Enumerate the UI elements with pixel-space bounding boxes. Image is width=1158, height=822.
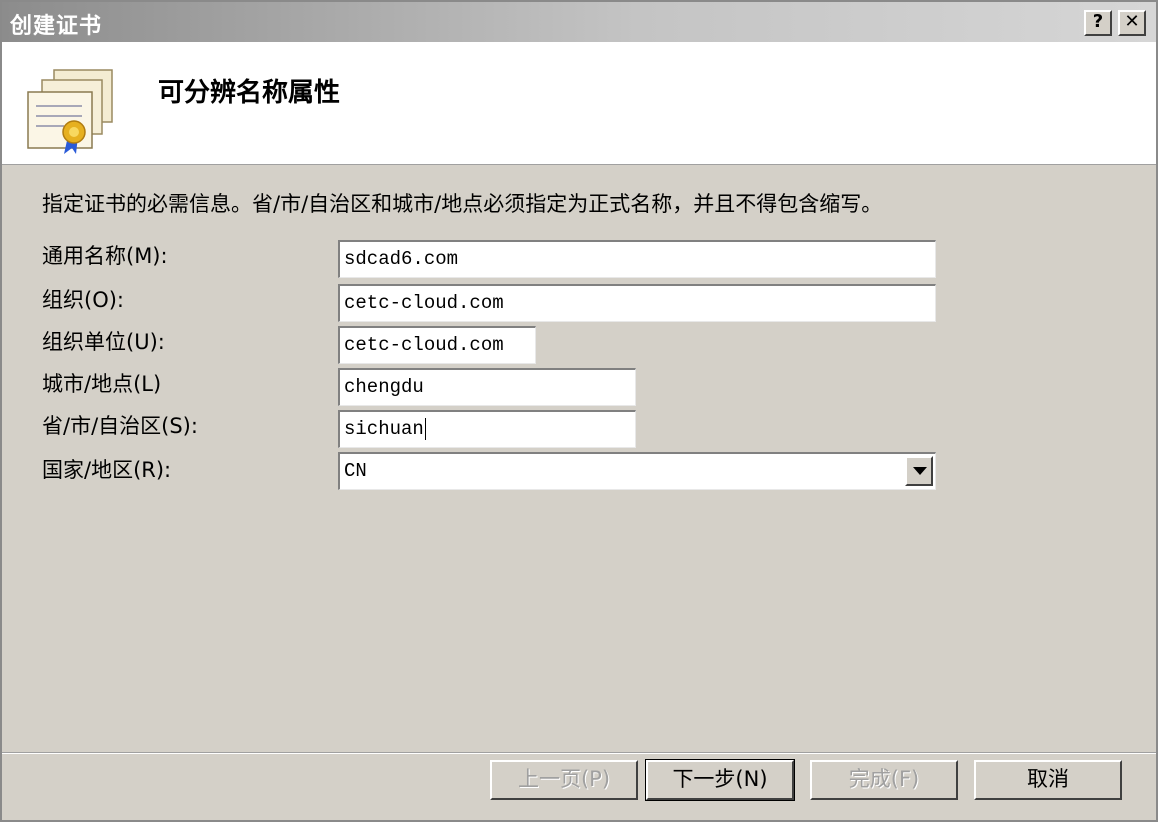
instruction-text: 指定证书的必需信息。省/市/自治区和城市/地点必须指定为正式名称，并且不得包含缩…: [42, 192, 883, 216]
org-unit-value: cetc-cloud.com: [344, 334, 504, 356]
title-bar[interactable]: 创建证书 ? ✕: [2, 2, 1156, 42]
common-name-value: sdcad6.com: [344, 248, 459, 270]
country-select[interactable]: CN: [338, 452, 936, 490]
org-unit-label: 组织单位(U):: [42, 330, 165, 354]
button-separator: [2, 752, 1156, 754]
close-button[interactable]: ✕: [1118, 10, 1146, 36]
state-label: 省/市/自治区(S):: [42, 414, 198, 438]
page-title: 可分辨名称属性: [158, 78, 341, 108]
country-label: 国家/地区(R):: [42, 458, 172, 482]
city-label: 城市/地点(L): [42, 372, 162, 396]
window-title: 创建证书: [10, 14, 103, 39]
finish-button[interactable]: 完成(F): [810, 760, 958, 800]
certificate-icon: [27, 69, 113, 154]
common-name-label: 通用名称(M):: [42, 244, 168, 268]
cancel-button[interactable]: 取消: [974, 760, 1122, 800]
organization-input[interactable]: cetc-cloud.com: [338, 284, 936, 322]
state-value: sichuan: [344, 418, 424, 440]
back-button[interactable]: 上一页(P): [490, 760, 638, 800]
country-value: CN: [344, 460, 367, 482]
chevron-down-icon[interactable]: [905, 456, 933, 486]
organization-label: 组织(O):: [42, 288, 124, 312]
next-button[interactable]: 下一步(N): [645, 759, 795, 801]
create-certificate-dialog: 创建证书 ? ✕ 可分辨名称属性 指定证书的必需信息。省/市/自治区和城市/地点…: [0, 0, 1158, 822]
text-cursor: [424, 417, 426, 440]
common-name-input[interactable]: sdcad6.com: [338, 240, 936, 278]
help-button[interactable]: ?: [1084, 10, 1112, 36]
org-unit-input[interactable]: cetc-cloud.com: [338, 326, 536, 364]
wizard-header: 可分辨名称属性: [2, 42, 1156, 165]
city-input[interactable]: chengdu: [338, 368, 636, 406]
organization-value: cetc-cloud.com: [344, 292, 504, 314]
city-value: chengdu: [344, 376, 424, 398]
state-input[interactable]: sichuan: [338, 410, 636, 448]
